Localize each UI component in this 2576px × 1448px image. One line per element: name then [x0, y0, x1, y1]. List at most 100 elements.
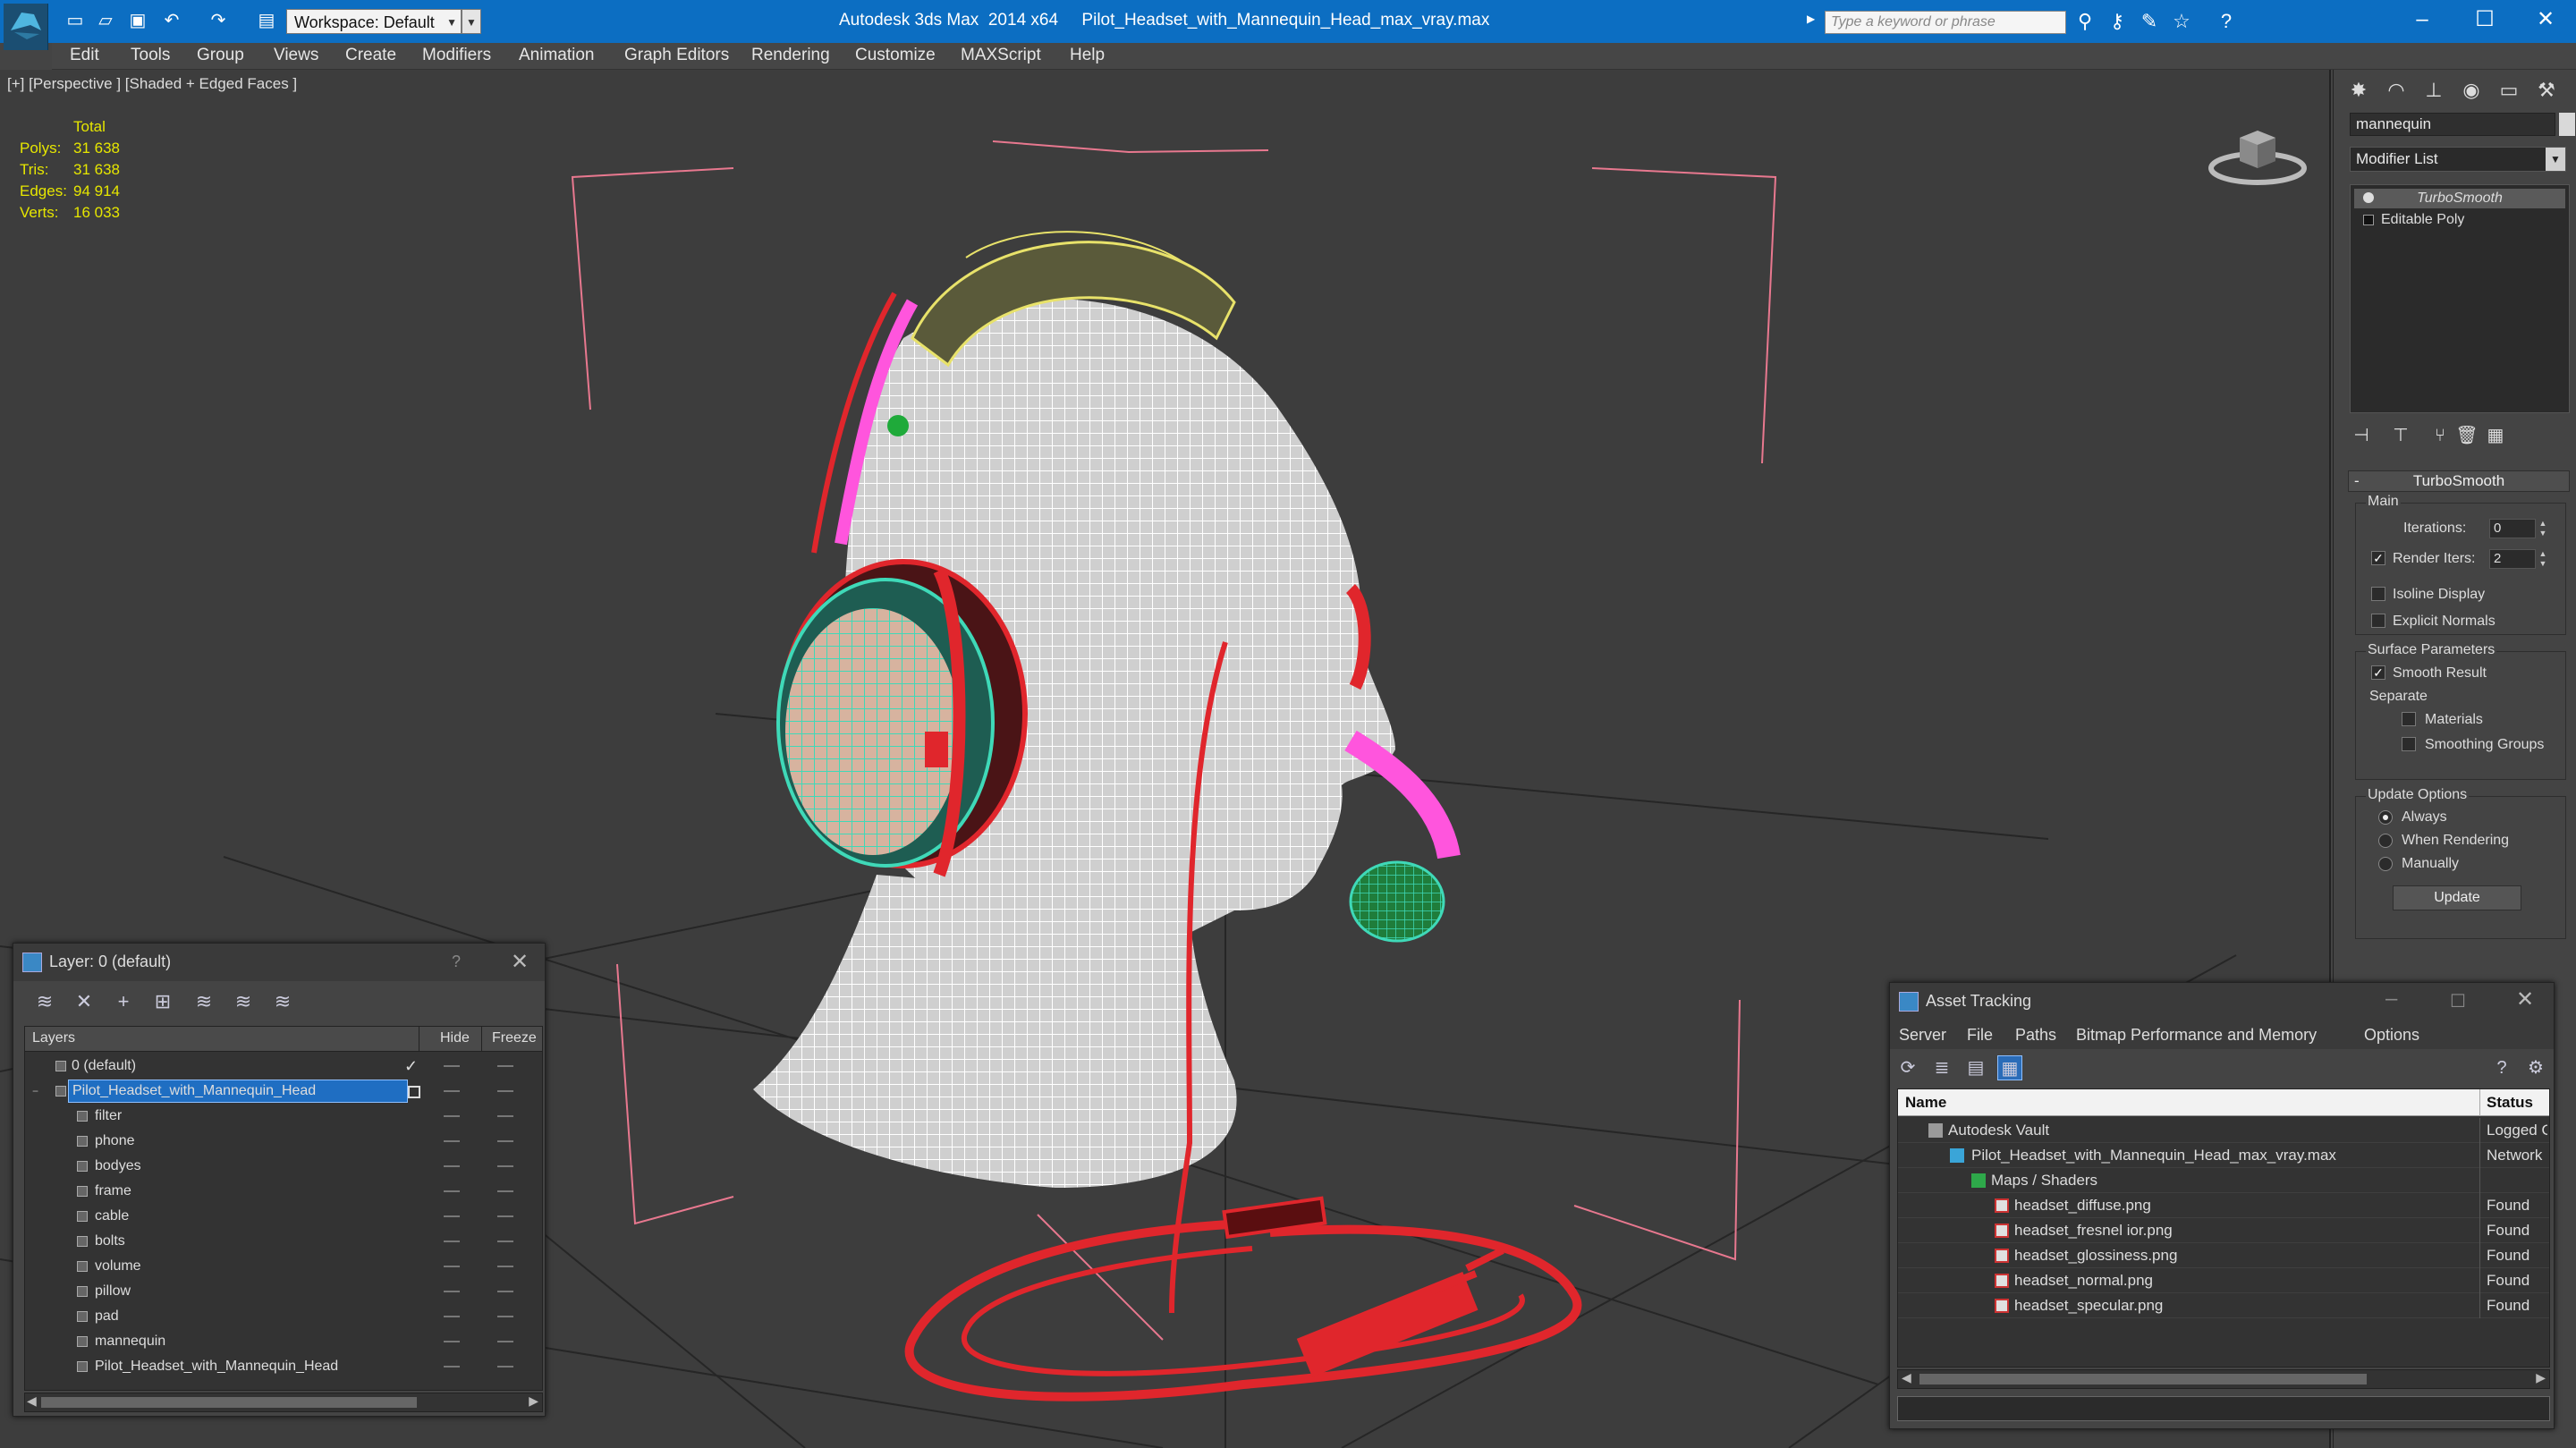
hide-toggle[interactable] [444, 1215, 460, 1217]
freeze-toggle[interactable] [497, 1366, 513, 1368]
smoothing-groups-checkbox[interactable] [2402, 737, 2416, 751]
active-layer-box-icon[interactable] [408, 1086, 420, 1098]
menu-server[interactable]: Server [1899, 1026, 1946, 1045]
grid-view-icon[interactable]: ▦ [1997, 1055, 2022, 1080]
hide-toggle[interactable] [444, 1266, 460, 1267]
hide-toggle[interactable] [444, 1140, 460, 1142]
asset-row[interactable]: headset_normal.png Found [1898, 1268, 2549, 1293]
freeze-toggle[interactable] [497, 1241, 513, 1242]
horizontal-scrollbar[interactable]: ◀ ▶ [24, 1393, 543, 1412]
menu-customize[interactable]: Customize [855, 46, 936, 65]
hide-all-icon[interactable]: ≋ [230, 988, 257, 1015]
menu-create[interactable]: Create [345, 46, 396, 65]
hide-toggle[interactable] [444, 1065, 460, 1067]
favorites-star-icon[interactable]: ☆ [2170, 11, 2193, 32]
help-icon[interactable]: ? [2489, 1055, 2514, 1080]
layer-row[interactable]: 0 (default) ✓ [25, 1054, 542, 1079]
hide-toggle[interactable] [444, 1316, 460, 1317]
modifier-list-dropdown[interactable]: Modifier List ▼ [2350, 147, 2566, 172]
redo-icon[interactable]: ↷ [208, 11, 229, 30]
scroll-right-icon[interactable]: ▶ [2536, 1370, 2546, 1385]
update-button[interactable]: Update [2393, 885, 2521, 910]
when-rendering-radio[interactable] [2378, 834, 2393, 848]
menu-options[interactable]: Options [2364, 1026, 2419, 1045]
column-hide[interactable]: Hide [440, 1030, 470, 1046]
menu-animation[interactable]: Animation [519, 46, 595, 65]
menu-maxscript[interactable]: MAXScript [961, 46, 1041, 65]
minimize-icon[interactable]: – [2385, 987, 2397, 1012]
asset-row[interactable]: Autodesk Vault Logged Out [1898, 1118, 2549, 1143]
close-icon[interactable]: ✕ [2516, 987, 2534, 1012]
table-view-icon[interactable]: ▤ [1963, 1055, 1988, 1080]
hierarchy-tab-icon[interactable]: ⊥ [2418, 75, 2450, 106]
pin-stack-icon[interactable]: ⊣ [2350, 424, 2373, 447]
undo-icon[interactable]: ↶ [161, 11, 182, 30]
show-end-result-icon[interactable]: ⊤ [2389, 424, 2412, 447]
always-radio[interactable] [2378, 810, 2393, 825]
list-view-icon[interactable]: ≣ [1929, 1055, 1954, 1080]
asset-row[interactable]: Pilot_Headset_with_Mannequin_Head_max_vr… [1898, 1143, 2549, 1168]
explicit-normals-checkbox[interactable] [2371, 614, 2385, 628]
asset-row[interactable]: headset_diffuse.png Found [1898, 1193, 2549, 1218]
help-icon[interactable]: ? [2215, 11, 2238, 32]
motion-tab-icon[interactable]: ◉ [2455, 75, 2487, 106]
stack-item-turbosmooth[interactable]: TurboSmooth [2354, 189, 2565, 208]
menu-graph-editors[interactable]: Graph Editors [624, 46, 729, 65]
iterations-spinner[interactable]: 0 [2489, 519, 2536, 538]
customize-toolbar-button[interactable]: ▼ [462, 9, 481, 34]
freeze-toggle[interactable] [497, 1266, 513, 1267]
object-row[interactable]: phone [25, 1129, 542, 1154]
freeze-toggle[interactable] [497, 1065, 513, 1067]
make-unique-icon[interactable]: ⑂ [2428, 424, 2452, 447]
asset-path-field[interactable] [1897, 1396, 2550, 1421]
subscription-icon[interactable]: ⚷ [2106, 11, 2129, 32]
manually-radio[interactable] [2378, 857, 2393, 871]
modify-tab-icon[interactable]: ◠ [2380, 75, 2412, 106]
hide-toggle[interactable] [444, 1115, 460, 1117]
object-row[interactable]: bolts [25, 1229, 542, 1254]
menu-help[interactable]: Help [1070, 46, 1105, 65]
display-tab-icon[interactable]: ▭ [2493, 75, 2525, 106]
configure-sets-icon[interactable]: ▦ [2484, 424, 2507, 447]
active-layer-check-icon[interactable]: ✓ [404, 1054, 418, 1079]
freeze-toggle[interactable] [497, 1291, 513, 1292]
object-row[interactable]: frame [25, 1179, 542, 1204]
asset-row[interactable]: headset_fresnel ior.png Found [1898, 1218, 2549, 1243]
object-row[interactable]: mannequin [25, 1329, 542, 1354]
hide-toggle[interactable] [444, 1090, 460, 1092]
asset-row[interactable]: Maps / Shaders [1898, 1168, 2549, 1193]
rollout-header[interactable]: - TurboSmooth [2348, 470, 2570, 492]
object-row[interactable]: volume [25, 1254, 542, 1279]
help-icon[interactable]: ? [452, 953, 461, 971]
app-logo-icon[interactable] [4, 4, 48, 50]
freeze-all-icon[interactable]: ≋ [269, 988, 296, 1015]
add-to-layer-icon[interactable]: + [110, 988, 137, 1015]
menu-bitmap-performance[interactable]: Bitmap Performance and Memory [2076, 1026, 2317, 1045]
spinner-arrows-icon[interactable]: ▲ ▼ [2538, 549, 2548, 569]
object-row[interactable]: pillow [25, 1279, 542, 1304]
column-layers[interactable]: Layers [32, 1030, 75, 1046]
close-icon[interactable]: ✕ [2521, 4, 2571, 36]
select-objects-icon[interactable]: ⊞ [149, 988, 176, 1015]
binoculars-icon[interactable]: ⚲ [2073, 11, 2097, 32]
object-row[interactable]: bodyes [25, 1154, 542, 1179]
create-tab-icon[interactable]: ✸ [2343, 75, 2375, 106]
refresh-icon[interactable]: ⟳ [1895, 1055, 1920, 1080]
save-file-icon[interactable]: ▣ [127, 11, 148, 30]
menu-group[interactable]: Group [197, 46, 244, 65]
viewport-label[interactable]: [+] [Perspective ] [Shaded + Edged Faces… [7, 75, 297, 93]
menu-file[interactable]: File [1967, 1026, 1993, 1045]
menu-views[interactable]: Views [274, 46, 318, 65]
stack-item-editable-poly[interactable]: Editable Poly [2354, 210, 2565, 230]
freeze-toggle[interactable] [497, 1140, 513, 1142]
materials-checkbox[interactable] [2402, 712, 2416, 726]
render-iters-spinner[interactable]: 2 [2489, 549, 2536, 569]
freeze-toggle[interactable] [497, 1341, 513, 1342]
menu-rendering[interactable]: Rendering [751, 46, 830, 65]
menu-paths[interactable]: Paths [2015, 1026, 2056, 1045]
object-name-field[interactable]: mannequin [2350, 113, 2555, 136]
hide-toggle[interactable] [444, 1366, 460, 1368]
column-status[interactable]: Status [2487, 1094, 2533, 1112]
freeze-toggle[interactable] [497, 1090, 513, 1092]
column-freeze[interactable]: Freeze [492, 1030, 537, 1046]
